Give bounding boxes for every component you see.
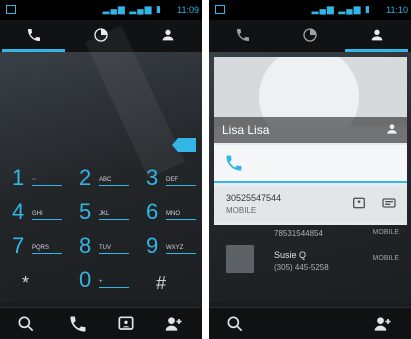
- search-icon: [227, 316, 243, 332]
- status-time: 11:10: [386, 5, 408, 15]
- digit: 6: [146, 199, 159, 224]
- letters: GHI: [32, 211, 62, 220]
- signal-battery-icons: ▂▄▆ ▂▄▆ ▮: [311, 4, 371, 14]
- clock-icon: [302, 28, 317, 42]
- person-icon: [162, 29, 173, 41]
- add-contact-button[interactable]: [373, 314, 395, 334]
- phone-icon: [236, 29, 249, 41]
- digit: 4: [12, 199, 25, 224]
- search-button[interactable]: [16, 314, 38, 334]
- add-contact-button[interactable]: [164, 314, 186, 334]
- notification-icon: [6, 5, 16, 14]
- add-person-icon: [165, 317, 182, 331]
- key-6[interactable]: 6 MNO: [134, 197, 198, 229]
- search-icon: [18, 316, 34, 332]
- phone-icon: [27, 29, 40, 41]
- digit: 0: [79, 267, 92, 292]
- digit: 2: [79, 165, 92, 190]
- letters: DEF: [166, 177, 196, 186]
- key-0[interactable]: 0 +: [67, 265, 131, 297]
- contact-detail-screen: ▂▄▆ ▂▄▆ ▮ 11:10 Lisa Lisa 30525547544 MO…: [209, 0, 411, 339]
- tab-contacts[interactable]: [134, 20, 201, 52]
- phone-number: 30525547544: [226, 193, 282, 203]
- tab-recents[interactable]: [276, 20, 343, 52]
- key-3[interactable]: 3 DEF: [134, 163, 198, 195]
- dialer-screen: ▂▄▆ ▂▄▆ ▮ 11:09 1 ◦◦ 2 ABC 3 DEF 4 GHI 5…: [0, 0, 202, 339]
- contact-name-bar: Lisa Lisa: [214, 117, 407, 143]
- status-bar: ▂▄▆ ▂▄▆ ▮ 11:09: [0, 0, 202, 20]
- letters: TUV: [99, 245, 129, 254]
- digit: 7: [12, 233, 25, 258]
- letters: PQRS: [32, 245, 62, 254]
- digit: 3: [146, 165, 159, 190]
- status-bar: ▂▄▆ ▂▄▆ ▮ 11:10: [209, 0, 411, 20]
- avatar: [226, 245, 254, 273]
- key-5[interactable]: 5 JKL: [67, 197, 131, 229]
- contact-type: MOBILE: [372, 255, 399, 262]
- bottom-action-bar: [209, 307, 411, 339]
- tab-phone[interactable]: [209, 20, 276, 52]
- key-8[interactable]: 8 TUV: [67, 231, 131, 263]
- message-icon[interactable]: [381, 195, 397, 209]
- letters: JKL: [99, 211, 129, 220]
- contact-card-icon[interactable]: [351, 195, 367, 209]
- key-2[interactable]: 2 ABC: [67, 163, 131, 195]
- list-item[interactable]: Susie Q (305) 445-5258 MOBILE: [214, 243, 407, 281]
- signal-battery-icons: ▂▄▆ ▂▄▆ ▮: [102, 4, 162, 14]
- add-person-icon: [374, 317, 391, 331]
- key-4[interactable]: 4 GHI: [0, 197, 64, 229]
- digit: 9: [146, 233, 159, 258]
- person-icon[interactable]: [385, 122, 399, 139]
- contact-card-icon: [118, 316, 134, 330]
- key-1[interactable]: 1 ◦◦: [0, 163, 64, 195]
- key-9[interactable]: 9 WXYZ: [134, 231, 198, 263]
- phone-number-row[interactable]: 30525547544 MOBILE: [214, 187, 407, 223]
- contact-name: Lisa Lisa: [222, 123, 270, 137]
- status-time: 11:09: [177, 5, 199, 15]
- digit: #: [156, 273, 167, 293]
- key-star[interactable]: *: [0, 265, 64, 297]
- contact-quick-view: Lisa Lisa 30525547544 MOBILE: [214, 57, 407, 225]
- phone-icon: [224, 153, 244, 178]
- digit: 8: [79, 233, 92, 258]
- key-hash[interactable]: #: [134, 265, 198, 297]
- key-7[interactable]: 7 PQRS: [0, 231, 64, 263]
- person-icon: [371, 29, 382, 41]
- digit: *: [22, 273, 30, 293]
- phone-type: MOBILE: [226, 206, 257, 215]
- notification-icon: [215, 5, 225, 14]
- letters: MNO: [166, 211, 196, 220]
- contacts-list: 78531544854 MOBILE Susie Q (305) 445-525…: [214, 225, 407, 305]
- tab-contacts[interactable]: [343, 20, 410, 52]
- voicemail-icon: ◦◦: [32, 177, 62, 186]
- digit: 1: [12, 165, 25, 190]
- contact-name: Susie Q: [274, 250, 307, 260]
- call-button[interactable]: [68, 314, 90, 334]
- tab-bar: [209, 20, 411, 52]
- contact-number: (305) 445-5258: [274, 263, 329, 272]
- letters: +: [99, 279, 129, 288]
- contact-number: 78531544854: [274, 229, 323, 238]
- tab-phone[interactable]: [0, 20, 67, 52]
- letters: WXYZ: [166, 245, 196, 254]
- digit: 5: [79, 199, 92, 224]
- letters: ABC: [99, 177, 129, 186]
- contacts-button[interactable]: [116, 314, 138, 334]
- phone-icon: [70, 316, 86, 332]
- contact-type: MOBILE: [372, 229, 399, 236]
- bottom-action-bar: [0, 307, 202, 339]
- call-row[interactable]: [214, 145, 407, 183]
- search-button[interactable]: [225, 314, 247, 334]
